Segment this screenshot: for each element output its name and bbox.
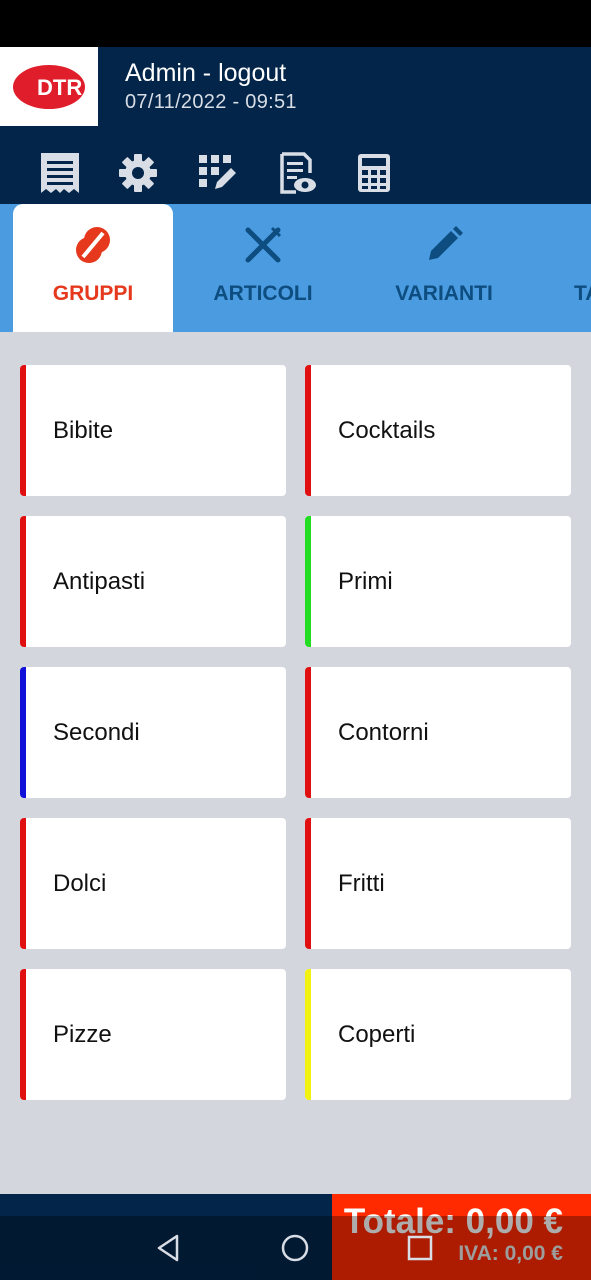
group-label: Primi (338, 567, 393, 595)
group-label: Bibite (53, 416, 114, 444)
group-color-bar (305, 365, 311, 496)
back-icon[interactable] (153, 1232, 185, 1264)
pencil-icon (429, 226, 463, 260)
group-tile-bibite[interactable]: Bibite (20, 365, 286, 496)
group-tile-contorni[interactable]: Contorni (305, 667, 571, 798)
group-tile-primi[interactable]: Primi (305, 516, 571, 647)
group-color-bar (20, 818, 26, 949)
group-tile-cocktails[interactable]: Cocktails (305, 365, 571, 496)
group-label: Fritti (338, 869, 385, 897)
tab-label: GRUPPI (52, 282, 134, 305)
group-tile-secondi[interactable]: Secondi (20, 667, 286, 798)
tab-gruppi[interactable]: GRUPPI (13, 204, 173, 332)
groups-grid: Bibite Cocktails Antipasti Primi Secondi… (0, 332, 591, 1194)
home-icon[interactable] (279, 1232, 311, 1264)
group-label: Secondi (53, 718, 140, 746)
recents-icon[interactable] (404, 1232, 436, 1264)
tab-bar: GRUPPI ARTICOLI VARIANTI TA (0, 204, 591, 332)
calculator-icon[interactable] (352, 151, 396, 195)
group-color-bar (305, 818, 311, 949)
group-label: Antipasti (53, 567, 146, 595)
tab-varianti[interactable]: VARIANTI (363, 204, 525, 332)
group-color-bar (20, 969, 26, 1100)
gear-icon[interactable] (116, 151, 160, 195)
status-bar (0, 0, 591, 47)
app-header: DTR Admin - logout 07/11/2022 - 09:51 (0, 47, 591, 204)
group-tile-dolci[interactable]: Dolci (20, 818, 286, 949)
tab-partial[interactable]: TA (574, 204, 591, 332)
document-view-icon[interactable] (274, 151, 318, 195)
qr-edit-icon[interactable] (195, 151, 239, 195)
cutlery-icon (245, 226, 282, 263)
group-label: Dolci (53, 869, 107, 897)
group-tile-pizze[interactable]: Pizze (20, 969, 286, 1100)
group-label: Pizze (53, 1020, 112, 1048)
group-tile-fritti[interactable]: Fritti (305, 818, 571, 949)
tab-label: TA (574, 282, 591, 305)
group-color-bar (20, 516, 26, 647)
group-label: Contorni (338, 718, 429, 746)
group-color-bar (305, 516, 311, 647)
tab-articoli[interactable]: ARTICOLI (183, 204, 343, 332)
group-label: Coperti (338, 1020, 416, 1048)
group-color-bar (20, 365, 26, 496)
group-tile-coperti[interactable]: Coperti (305, 969, 571, 1100)
group-color-bar (305, 969, 311, 1100)
receipt-icon[interactable] (38, 151, 82, 195)
dtr-logo-icon: DTR (13, 65, 85, 109)
tab-label: ARTICOLI (213, 282, 313, 305)
groups-icon (76, 227, 110, 263)
logo: DTR (0, 47, 98, 126)
datetime-label: 07/11/2022 - 09:51 (125, 91, 297, 113)
group-label: Cocktails (338, 416, 436, 444)
group-color-bar (20, 667, 26, 798)
svg-text:DTR: DTR (37, 75, 82, 100)
group-color-bar (305, 667, 311, 798)
group-tile-antipasti[interactable]: Antipasti (20, 516, 286, 647)
user-logout-link[interactable]: Admin - logout (125, 59, 286, 88)
tab-label: VARIANTI (395, 282, 493, 305)
